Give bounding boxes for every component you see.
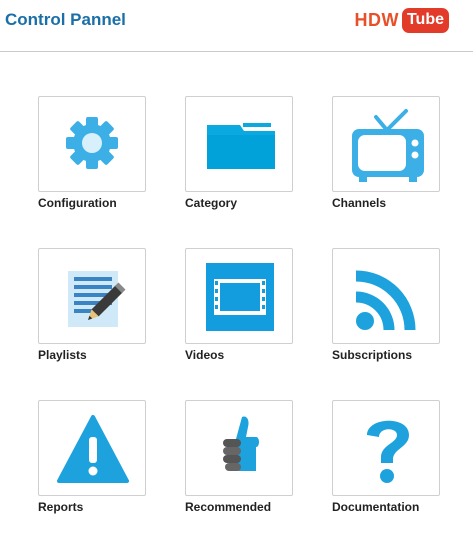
folder-icon <box>207 123 275 169</box>
tile-label-category[interactable]: Category <box>185 196 237 210</box>
tile-label-subscriptions[interactable]: Subscriptions <box>332 348 412 362</box>
tile-configuration[interactable] <box>38 96 146 192</box>
tile-label-recommended[interactable]: Recommended <box>185 500 271 514</box>
tile-label-channels[interactable]: Channels <box>332 196 386 210</box>
logo-text-hdw: HDW <box>354 9 399 30</box>
tile-videos[interactable] <box>185 248 293 344</box>
tile-playlists[interactable] <box>38 248 146 344</box>
tile-label-playlists[interactable]: Playlists <box>38 348 87 362</box>
gear-icon <box>66 117 118 169</box>
tile-category[interactable] <box>185 96 293 192</box>
thumbs-up-icon <box>223 416 259 471</box>
tile-label-documentation[interactable]: Documentation <box>332 500 419 514</box>
document-pencil-icon <box>68 271 126 327</box>
tile-label-reports[interactable]: Reports <box>38 500 83 514</box>
question-icon <box>367 420 409 483</box>
page-title: Control Pannel <box>5 10 126 29</box>
tile-reports[interactable] <box>38 400 146 496</box>
hdwtube-logo: HDW Tube <box>354 7 449 33</box>
header-divider <box>0 51 473 52</box>
film-icon <box>206 263 274 331</box>
tile-channels[interactable] <box>332 96 440 192</box>
tv-icon <box>352 109 424 182</box>
logo-text-tube: Tube <box>401 7 449 33</box>
tile-label-videos[interactable]: Videos <box>185 348 224 362</box>
tile-label-configuration[interactable]: Configuration <box>38 196 117 210</box>
tile-recommended[interactable] <box>185 400 293 496</box>
tile-subscriptions[interactable] <box>332 248 440 344</box>
rss-icon <box>355 270 416 331</box>
tile-documentation[interactable] <box>332 400 440 496</box>
warning-icon <box>57 415 129 483</box>
header: Control Pannel HDW Tube <box>0 0 475 52</box>
